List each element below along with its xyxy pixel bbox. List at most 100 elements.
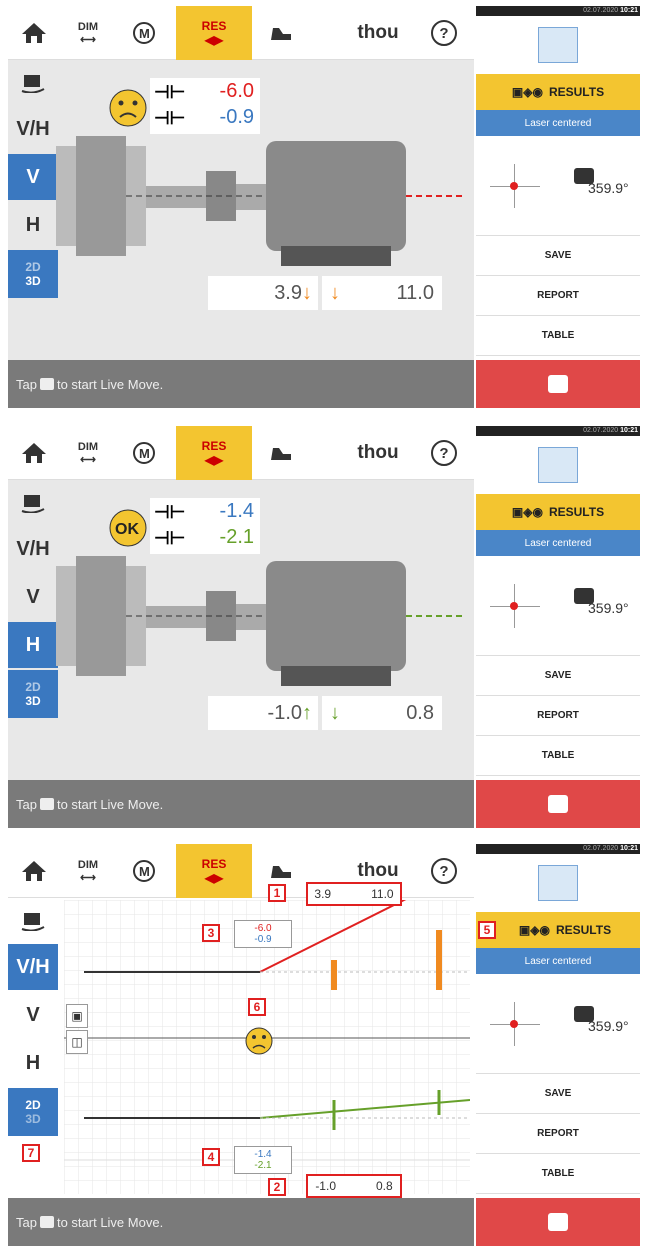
coupling-angularity-value: -1.4 [219,500,254,522]
table-button[interactable]: TABLE [476,316,640,356]
toolbar: DIM ⟷ M RES ◀▶ thou ? [8,844,474,898]
move-button[interactable] [256,6,306,60]
live-move-icon [39,798,54,810]
callout-4: 4 [202,1148,220,1166]
machine-view-button[interactable] [8,482,58,522]
res-button[interactable]: RES ◀▶ [176,6,252,60]
dim-button[interactable]: DIM ⟷ [60,844,116,898]
results-bar[interactable]: ▣◈◉ RESULTS [476,494,640,530]
machine-view-button[interactable] [8,62,58,102]
front-machine-icon[interactable]: ▣ [66,1004,88,1028]
dim-label: DIM [77,20,99,33]
2d-3d-toggle[interactable]: 2D 3D [8,250,58,298]
hint-bar: Tap to start Live Move. [8,780,474,828]
measure-button[interactable]: M [118,426,170,480]
arrows-icon: ⟷ [80,33,96,46]
svg-text:M: M [139,26,150,41]
dim-label: DIM [77,858,99,871]
help-button[interactable]: ? [420,6,468,60]
ok-badge-icon: OK [109,509,147,547]
machine-move-icon [271,28,291,40]
right-panel: 02.07.2020 10:21 ▣◈◉ RESULTS Laser center… [476,426,640,828]
angularity-icon: ⊣⊢ [154,502,186,522]
help-button[interactable]: ? [420,426,468,480]
2d-label: 2D [25,1098,41,1112]
2d-label: 2D [25,680,41,694]
coupling-offset-value: -0.9 [219,106,254,128]
v-button[interactable]: V [8,154,58,200]
hint-pre: Tap [16,796,37,812]
hint-pre: Tap [16,1214,37,1230]
results-bar[interactable]: ▣◈◉ RESULTS [476,74,640,110]
rotation-angle: 359.9° [588,600,629,616]
laser-dot [510,602,518,610]
home-button[interactable] [10,6,58,60]
vert-coupling-top: -6.0 [254,923,272,934]
dim-button[interactable]: DIM ⟷ [60,6,116,60]
machine-3d-illustration [56,136,466,266]
hint-post: to start Live Move. [56,1214,164,1230]
help-icon: ? [431,20,457,46]
table-button[interactable]: TABLE [476,1154,640,1194]
machine-thumbnail[interactable] [476,436,640,494]
callout-7: 7 [22,1144,40,1162]
help-button[interactable]: ? [420,844,468,898]
measure-icon: M [133,22,155,44]
machine-view-button[interactable] [8,900,58,940]
machine-move-icon [271,448,291,460]
hint-bar: Tap to start Live Move. [8,1198,474,1246]
machine-thumbnail[interactable] [476,16,640,74]
res-label: RES [201,857,227,871]
2d-3d-toggle[interactable]: 2D 3D [8,1088,58,1136]
vh-button[interactable]: V/H [8,944,58,990]
machine-thumbnail[interactable] [476,854,640,912]
res-button[interactable]: RES ◀▶ [176,426,252,480]
results-icons: ▣◈◉ [518,923,550,937]
h-button[interactable]: H [8,202,58,248]
2d-3d-toggle[interactable]: 2D 3D [8,670,58,718]
offset-icon: ⊣⊢ [154,528,186,548]
coupling-icon[interactable]: ◫ [66,1030,88,1054]
front-foot-readout: 3.9 ↓ [208,276,318,310]
live-move-button[interactable] [476,360,640,408]
save-button[interactable]: SAVE [476,236,640,276]
results-label: RESULTS [548,505,605,519]
front-foot-value: 3.9 [274,281,302,304]
h-button[interactable]: H [8,622,58,668]
vh-button[interactable]: V/H [8,526,58,572]
save-button[interactable]: SAVE [476,656,640,696]
results-bar[interactable]: 5 ▣◈◉ RESULTS [476,912,640,948]
coupling-angularity-value: -6.0 [219,80,254,102]
res-button[interactable]: RES ◀▶ [176,844,252,898]
machine-3d-illustration [56,556,466,686]
measure-button[interactable]: M [118,844,170,898]
live-move-button[interactable] [476,780,640,828]
home-button[interactable] [10,426,58,480]
table-button[interactable]: TABLE [476,736,640,776]
help-icon: ? [431,858,457,884]
vh-button[interactable]: V/H [8,106,58,152]
live-move-button[interactable] [476,1198,640,1246]
status-time: 10:21 [620,427,638,434]
dim-button[interactable]: DIM ⟷ [60,426,116,480]
save-button[interactable]: SAVE [476,1074,640,1114]
v-button[interactable]: V [8,574,58,620]
measure-button[interactable]: M [118,6,170,60]
results-icons: ▣◈◉ [511,85,543,99]
h-button[interactable]: H [8,1040,58,1086]
unit-button[interactable]: thou [338,426,418,480]
live-move-icon [39,378,54,390]
report-button[interactable]: REPORT [476,1114,640,1154]
screen-vh-2d-view: DIM ⟷ M RES ◀▶ thou ? V/H V H 2D 3D ▣ ◫ … [8,844,640,1246]
report-button[interactable]: REPORT [476,696,640,736]
horizontal-coupling-box: -1.4 -2.1 [234,1146,292,1174]
unit-button[interactable]: thou [338,6,418,60]
v-button[interactable]: V [8,992,58,1038]
home-button[interactable] [10,844,58,898]
report-button[interactable]: REPORT [476,276,640,316]
coupling-offset-value: -2.1 [219,526,254,548]
coupling-icon: ◀▶ [204,453,224,467]
svg-text:M: M [139,446,150,461]
status-date: 02.07.2020 [583,845,619,852]
move-button[interactable] [256,426,306,480]
